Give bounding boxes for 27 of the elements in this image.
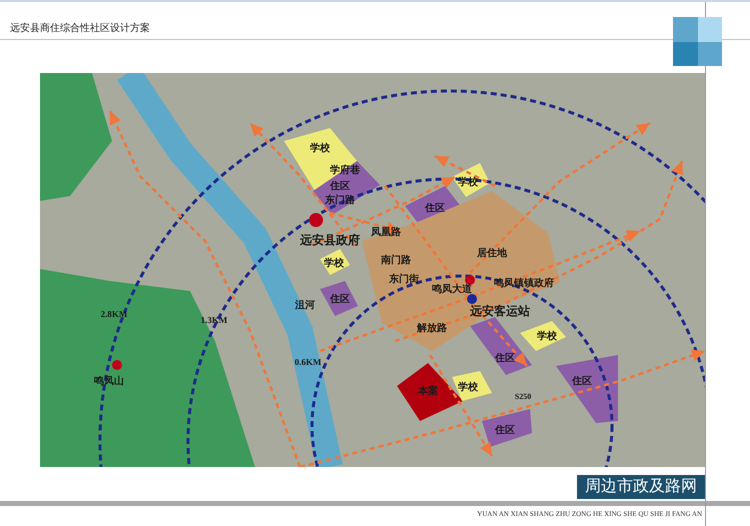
zone-label: 学校 xyxy=(537,331,557,342)
road-label: 鸣凤大道 xyxy=(432,284,472,295)
zone-label: 住区 xyxy=(425,203,445,214)
zone-label: 南门路 xyxy=(381,255,411,266)
zone-label: 解放路 xyxy=(417,323,447,334)
logo-icon xyxy=(673,17,722,66)
place-label: 鸣凤山 xyxy=(94,376,124,387)
zone-label: 居住地 xyxy=(477,248,507,259)
document-title: 远安县商住综合性社区设计方案 xyxy=(10,22,150,36)
zone-label: 学府巷 xyxy=(330,165,360,176)
road-label: S250 xyxy=(514,392,532,401)
distance-label: 2.8KM xyxy=(100,309,128,319)
zone-label: 住区 xyxy=(572,376,592,387)
zone-label: 学校 xyxy=(324,258,344,269)
zone-label: 住区 xyxy=(330,294,350,305)
zone-label: 本案 xyxy=(418,386,438,397)
river-label: 沮河 xyxy=(295,300,315,311)
road-label: 凤凰路 xyxy=(371,227,401,238)
zone-label: 住区 xyxy=(495,425,515,436)
distance-label: 0.6KM xyxy=(294,357,322,367)
zone-label: 住区 xyxy=(330,181,350,192)
zone-label: 学校 xyxy=(310,143,330,154)
caption-banner: 周边市政及路网 xyxy=(577,475,705,499)
place-label: 远安客运站 xyxy=(470,304,530,318)
zone-label: 住区 xyxy=(495,353,515,364)
zone-label: 学校 xyxy=(458,382,478,393)
zone-label: 东门街 xyxy=(389,274,419,285)
